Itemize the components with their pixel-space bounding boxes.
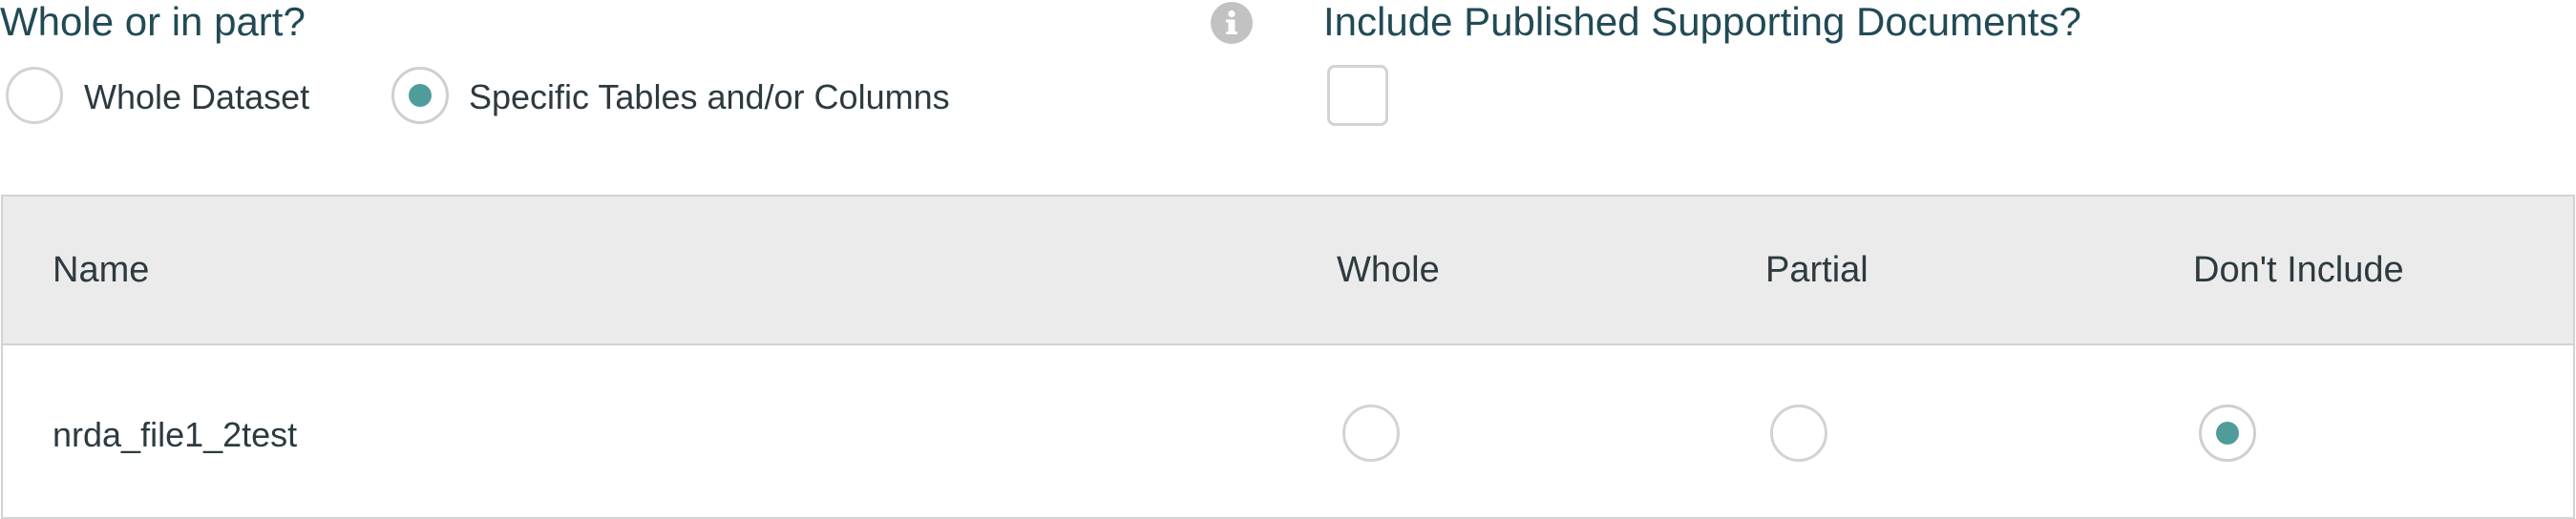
row-dont-include-radio[interactable]: [2199, 405, 2256, 462]
radio-selected-dot: [409, 84, 432, 107]
info-circle-icon[interactable]: [1211, 2, 1253, 44]
table-row: nrda_file1_2test: [3, 345, 2573, 517]
supporting-docs-heading: Include Published Supporting Documents?: [1323, 0, 2081, 44]
tables-table: Name Whole Partial Don't Include nrda_fi…: [1, 195, 2575, 519]
column-header-dont-include: Don't Include: [2193, 250, 2404, 290]
info-glyph: [1226, 10, 1237, 34]
table-header: Name Whole Partial Don't Include: [3, 197, 2573, 345]
row-whole-radio[interactable]: [1342, 405, 1400, 462]
column-header-name: Name: [53, 250, 150, 290]
supporting-docs-checkbox[interactable]: [1327, 65, 1388, 126]
row-partial-radio[interactable]: [1770, 405, 1827, 462]
specific-tables-radio[interactable]: [391, 67, 449, 124]
radio-selected-dot: [2216, 422, 2239, 445]
whole-dataset-radio[interactable]: [6, 67, 63, 124]
row-name: nrda_file1_2test: [53, 415, 298, 454]
column-header-whole: Whole: [1337, 250, 1440, 290]
scope-heading: Whole or in part?: [0, 0, 306, 44]
specific-tables-label[interactable]: Specific Tables and/or Columns: [469, 80, 950, 114]
column-header-partial: Partial: [1765, 250, 1869, 290]
whole-dataset-label[interactable]: Whole Dataset: [84, 80, 309, 114]
